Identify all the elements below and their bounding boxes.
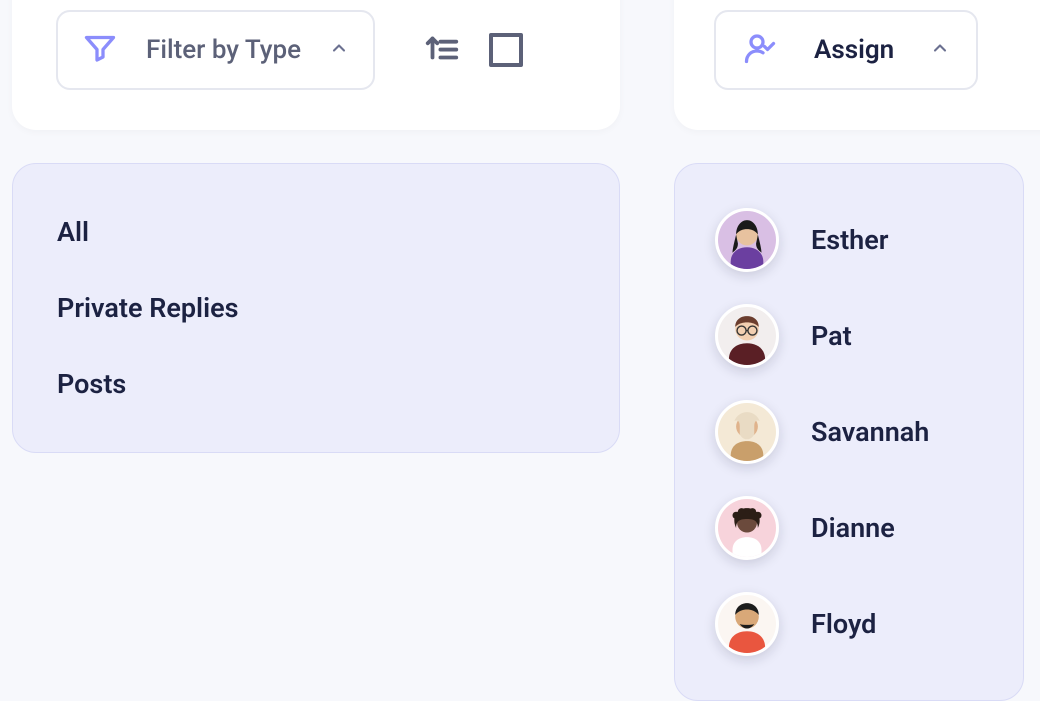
person-check-icon [742,30,778,70]
chevron-up-icon [930,38,950,62]
filter-option-private-replies[interactable]: Private Replies [57,270,575,346]
avatar [715,496,779,560]
assign-user-pat[interactable]: Pat [715,288,983,384]
assign-toolbar: Assign [674,0,1040,130]
avatar [715,208,779,272]
user-name-label: Savannah [811,416,929,448]
avatar [715,592,779,656]
assign-users-panel: Esther Pat Savannah [674,163,1024,701]
filter-label: Filter by Type [146,35,301,65]
assign-user-savannah[interactable]: Savannah [715,384,983,480]
filter-toolbar: Filter by Type [12,0,620,130]
avatar [715,400,779,464]
stop-icon[interactable] [489,33,523,67]
assign-user-esther[interactable]: Esther [715,192,983,288]
avatar [715,304,779,368]
toolbar-extra-icons [423,29,523,71]
user-name-label: Dianne [811,512,895,544]
filter-by-type-dropdown[interactable]: Filter by Type [56,10,375,90]
filter-icon [82,30,118,70]
user-name-label: Esther [811,224,889,256]
assign-dropdown[interactable]: Assign [714,10,978,90]
sort-icon[interactable] [423,29,461,71]
assign-user-dianne[interactable]: Dianne [715,480,983,576]
chevron-up-icon [329,38,349,62]
user-name-label: Floyd [811,608,876,640]
filter-options-panel: All Private Replies Posts [12,163,620,453]
assign-user-floyd[interactable]: Floyd [715,576,983,672]
user-name-label: Pat [811,320,852,352]
filter-option-posts[interactable]: Posts [57,346,575,422]
filter-option-all[interactable]: All [57,194,575,270]
assign-label: Assign [814,35,894,65]
